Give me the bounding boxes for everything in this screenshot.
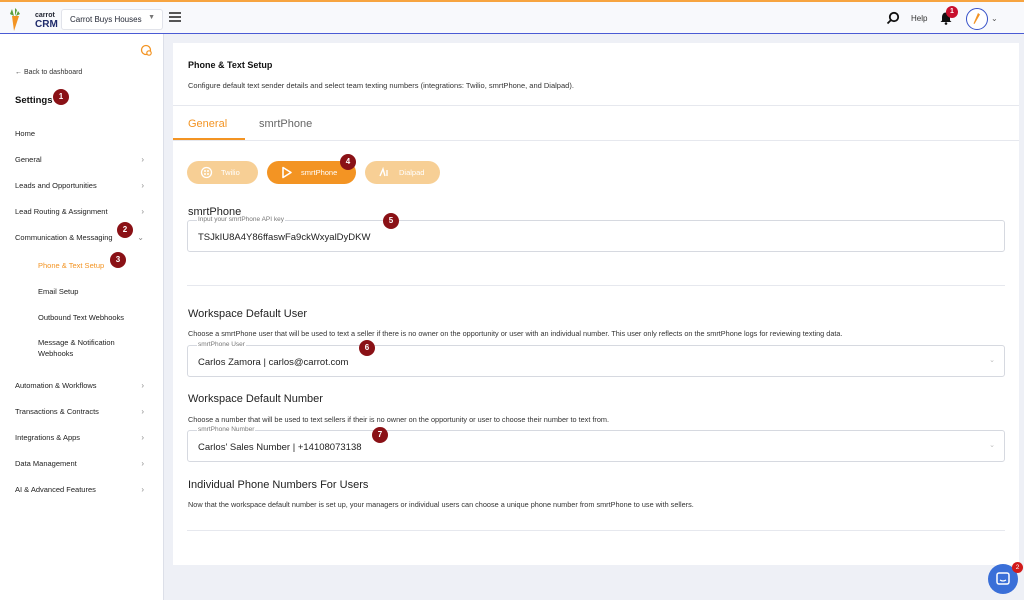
api-key-input[interactable]: Input your smrtPhone API key TSJkIU8A4Y8…: [187, 216, 1005, 252]
provider-twilio-button[interactable]: Twilio: [187, 161, 258, 184]
provider-label: Twilio: [221, 168, 240, 177]
field-value: Carlos Zamora | carlos@carrot.com: [198, 357, 349, 368]
provider-label: smrtPhone: [301, 168, 338, 177]
smrtphone-number-select[interactable]: smrtPhone Number Carlos' Sales Number | …: [187, 426, 1005, 462]
sidebar-item-label: AI & Advanced Features: [15, 485, 96, 494]
default-number-description: Choose a number that will be used to tex…: [188, 415, 610, 424]
sidebar-item-label: Data Management: [15, 459, 77, 468]
field-value: TSJkIU8A4Y86ffaswFa9ckWxyalDyDKW: [198, 232, 371, 243]
chat-unread-badge: 2: [1012, 562, 1023, 573]
sidebar-item-data-management[interactable]: Data Management ›: [15, 459, 148, 468]
step-marker: 2: [117, 222, 133, 238]
arrow-left-icon: ←: [15, 69, 22, 76]
carrot-logo-icon: [10, 8, 20, 31]
field-label: smrtPhone Number: [197, 426, 256, 433]
divider: [187, 285, 1005, 286]
carrot-avatar-icon: [973, 13, 980, 24]
main-panel: Phone & Text Setup Configure default tex…: [173, 43, 1019, 565]
sidebar-item-leads[interactable]: Leads and Opportunities ›: [15, 181, 148, 190]
page-subtitle: Configure default text sender details an…: [188, 81, 574, 90]
individual-numbers-heading: Individual Phone Numbers For Users: [188, 479, 369, 491]
carrot-crm-logo[interactable]: carrot CRM: [4, 5, 64, 33]
back-to-dashboard-link[interactable]: ← Back to dashboard: [15, 69, 82, 76]
chevron-down-icon: ⌄: [137, 233, 144, 242]
back-label: Back to dashboard: [23, 69, 83, 76]
dialpad-icon: [379, 166, 388, 177]
tab-general[interactable]: General: [188, 118, 227, 130]
chevron-right-icon: ›: [141, 433, 144, 442]
smrtphone-user-select[interactable]: smrtPhone User Carlos Zamora | carlos@ca…: [187, 341, 1005, 377]
sidebar-item-label: Automation & Workflows: [15, 381, 97, 390]
chevron-down-icon: ▼: [148, 14, 155, 21]
chevron-right-icon: ›: [141, 485, 144, 494]
divider: [173, 105, 1019, 106]
sidebar-item-label: Leads and Opportunities: [15, 181, 97, 190]
chevron-right-icon: ›: [141, 207, 144, 216]
search-icon[interactable]: [886, 11, 900, 25]
default-user-heading: Workspace Default User: [188, 308, 308, 320]
notification-badge: 1: [946, 6, 958, 18]
sidebar-item-general[interactable]: General ›: [15, 155, 148, 164]
notification-settings-icon[interactable]: [140, 44, 152, 56]
sidebar-item-label: Lead Routing & Assignment: [15, 207, 108, 216]
menu-icon[interactable]: [169, 12, 181, 22]
sidebar-subitem-email[interactable]: Email Setup: [38, 286, 148, 297]
divider: [187, 530, 1005, 531]
sidebar-item-integrations[interactable]: Integrations & Apps ›: [15, 433, 148, 442]
provider-dialpad-button[interactable]: Dialpad: [365, 161, 440, 184]
business-select-value: Carrot Buys Houses: [70, 15, 142, 24]
sidebar-item-automation[interactable]: Automation & Workflows ›: [15, 381, 148, 390]
business-select[interactable]: Carrot Buys Houses ▼: [61, 9, 163, 30]
sidebar-item-transactions[interactable]: Transactions & Contracts ›: [15, 407, 148, 416]
chevron-right-icon: ›: [141, 155, 144, 164]
sidebar-subitem-message-webhooks[interactable]: Message & Notification Webhooks: [38, 337, 148, 359]
sidebar-item-label: General: [15, 155, 42, 164]
step-marker: 6: [359, 340, 375, 356]
step-marker: 7: [372, 427, 388, 443]
step-marker: 5: [383, 213, 399, 229]
divider: [173, 140, 1019, 141]
chevron-down-icon: ⌄: [989, 442, 995, 449]
individual-numbers-description: Now that the workspace default number is…: [188, 500, 694, 509]
step-marker: 1: [53, 89, 69, 105]
provider-label: Dialpad: [399, 168, 425, 177]
chevron-right-icon: ›: [141, 459, 144, 468]
twilio-icon: [200, 166, 213, 179]
step-marker: 3: [110, 252, 126, 268]
step-marker: 4: [340, 154, 356, 170]
top-bar: carrot CRM Carrot Buys Houses ▼ Help 1 ⌄: [0, 0, 1024, 34]
chevron-down-icon: ⌄: [989, 357, 995, 364]
smrtphone-icon: [282, 166, 292, 179]
logo-word-crm: CRM: [35, 19, 58, 30]
sidebar-item-home[interactable]: Home: [15, 129, 148, 138]
sidebar-item-label: Home: [15, 129, 36, 138]
sidebar-item-ai-features[interactable]: AI & Advanced Features ›: [15, 485, 148, 494]
help-link[interactable]: Help: [911, 14, 927, 23]
sidebar-item-label: Transactions & Contracts: [15, 407, 99, 416]
default-user-description: Choose a smrtPhone user that will be use…: [188, 329, 843, 338]
chevron-right-icon: ›: [141, 181, 144, 190]
chevron-right-icon: ›: [141, 407, 144, 416]
settings-sidebar: ← Back to dashboard Settings Home Genera…: [0, 34, 164, 600]
field-value: Carlos' Sales Number | +14108073138: [198, 442, 362, 453]
default-number-heading: Workspace Default Number: [188, 393, 323, 405]
sidebar-item-lead-routing[interactable]: Lead Routing & Assignment ›: [15, 207, 148, 216]
field-label: smrtPhone User: [197, 341, 246, 348]
field-label: Input your smrtPhone API key: [197, 216, 285, 223]
sidebar-item-label: Communication & Messaging: [15, 233, 113, 242]
sidebar-subitem-outbound-webhooks[interactable]: Outbound Text Webhooks: [38, 312, 148, 323]
sidebar-item-label: Integrations & Apps: [15, 433, 81, 442]
sidebar-subitem-phone-text[interactable]: Phone & Text Setup: [38, 260, 148, 271]
tab-smrtphone[interactable]: smrtPhone: [259, 118, 312, 130]
page-title: Phone & Text Setup: [188, 60, 273, 70]
chevron-right-icon: ›: [141, 381, 144, 390]
settings-title: Settings: [15, 95, 53, 106]
avatar[interactable]: [966, 8, 988, 30]
chevron-down-icon[interactable]: ⌄: [991, 14, 998, 23]
